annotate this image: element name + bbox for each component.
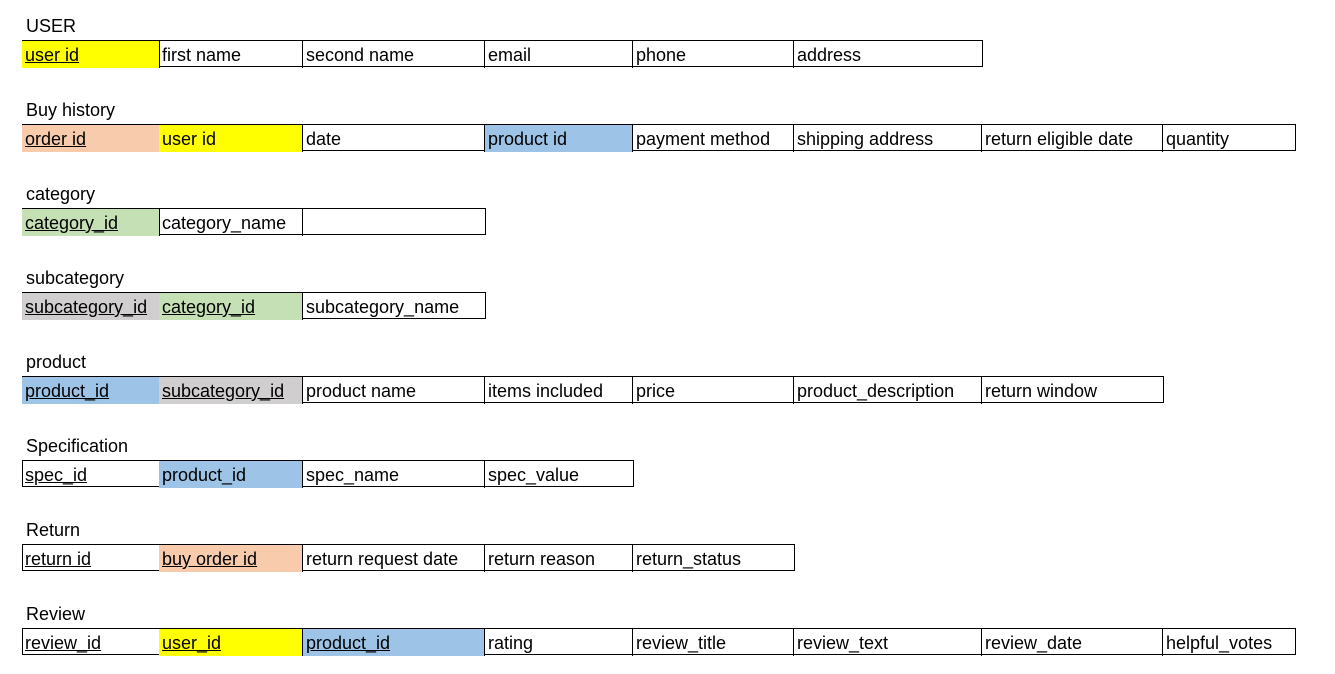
field-cell: category_id bbox=[159, 293, 303, 320]
field-cell: spec_id bbox=[22, 461, 160, 488]
field-cell: return reason bbox=[485, 545, 633, 572]
field-cell: phone bbox=[633, 41, 794, 68]
table-row-return: return id buy order id return request date… bbox=[22, 544, 795, 572]
field-cell: quantity bbox=[1166, 129, 1230, 149]
table-row-specification: spec_id product_id spec_name spec_value bbox=[22, 460, 634, 488]
field-cell: second name bbox=[303, 41, 485, 68]
table-row-buy-history: order id user id date product id payment met… bbox=[22, 124, 1296, 152]
field-cell: price bbox=[633, 377, 794, 404]
table-title-product: product bbox=[26, 352, 87, 372]
field-cell: first name bbox=[159, 41, 303, 68]
field-cell: review_date bbox=[982, 629, 1163, 656]
table-row-review: review_id user_id product_id rating review_t… bbox=[22, 628, 1296, 656]
table-title-specification: Specification bbox=[26, 436, 129, 456]
field-cell: spec_name bbox=[303, 461, 485, 488]
table-row-product: product_id subcategory_id product name item… bbox=[22, 376, 1164, 404]
field-cell: product name bbox=[303, 377, 485, 404]
field-cell: product_id bbox=[22, 377, 160, 404]
field-cell: return request date bbox=[303, 545, 485, 572]
table-title-return: Return bbox=[26, 520, 81, 540]
field-cell: date bbox=[303, 125, 485, 152]
table-title-category: category bbox=[26, 184, 96, 204]
field-cell: items included bbox=[485, 377, 633, 404]
table-row-user: user id first name second name email phone ad… bbox=[22, 40, 983, 68]
table-row-category: category_id category_name bbox=[22, 208, 486, 236]
field-cell: product_id bbox=[303, 629, 485, 656]
field-cell: shipping address bbox=[794, 125, 982, 152]
field-cell: return eligible date bbox=[982, 125, 1163, 152]
field-cell: product_description bbox=[794, 377, 982, 404]
field-cell: address bbox=[797, 45, 862, 65]
field-cell: review_title bbox=[633, 629, 794, 656]
table-title-subcategory: subcategory bbox=[26, 268, 125, 288]
field-cell: spec_value bbox=[488, 465, 580, 485]
field-cell: payment method bbox=[633, 125, 794, 152]
field-cell: email bbox=[485, 41, 633, 68]
field-cell: user_id bbox=[159, 629, 303, 656]
field-cell bbox=[303, 209, 485, 236]
table-title-buy-history: Buy history bbox=[26, 100, 116, 120]
field-cell: subcategory_id bbox=[22, 293, 160, 320]
field-cell: helpful_votes bbox=[1166, 633, 1273, 653]
field-cell: review_text bbox=[794, 629, 982, 656]
field-cell: buy order id bbox=[159, 545, 303, 572]
field-cell: review_id bbox=[22, 629, 160, 656]
table-title-user: USER bbox=[26, 16, 77, 36]
field-cell: rating bbox=[485, 629, 633, 656]
field-cell: product_id bbox=[159, 461, 303, 488]
field-cell: subcategory_id bbox=[159, 377, 303, 404]
field-cell: return id bbox=[22, 545, 160, 572]
field-cell: return_status bbox=[636, 549, 742, 569]
field-cell: category_id bbox=[22, 209, 160, 236]
field-cell: user id bbox=[22, 41, 160, 68]
field-cell: product id bbox=[485, 125, 633, 152]
field-cell: order id bbox=[22, 125, 160, 152]
schema-diagram: { "colors": { "user_key": "#ffff00", "or… bbox=[0, 0, 1335, 674]
table-title-review: Review bbox=[26, 604, 86, 624]
field-cell: subcategory_name bbox=[306, 297, 460, 317]
field-cell: category_name bbox=[159, 209, 303, 236]
table-row-subcategory: subcategory_id category_id subcategory_nam… bbox=[22, 292, 486, 320]
field-cell: user id bbox=[159, 125, 303, 152]
field-cell: return window bbox=[985, 381, 1098, 401]
